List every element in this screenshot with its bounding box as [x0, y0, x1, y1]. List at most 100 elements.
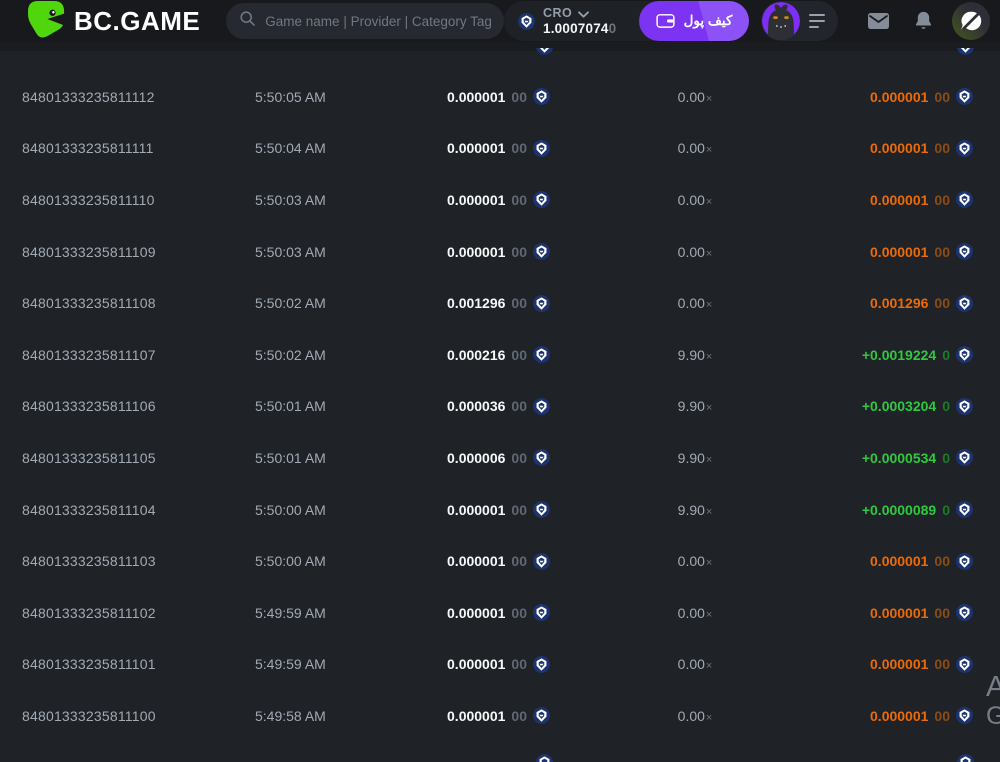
payout-trailing-zeros: 00	[934, 553, 950, 570]
table-row[interactable]: 84801333235811105 5:50:01 AM 0.000006 00 …	[0, 432, 1000, 484]
payout-trailing-zeros: 00	[934, 140, 950, 157]
bet-id: 84801333235811110	[22, 191, 155, 208]
payout-value: 0.000001	[870, 656, 929, 673]
bet-time: 5:50:00 AM	[255, 553, 326, 570]
bet-time: 5:50:05 AM	[255, 88, 326, 105]
user-avatar[interactable]	[762, 2, 800, 40]
bet-id: 84801333235811105	[22, 449, 156, 466]
messages-button[interactable]	[866, 10, 891, 32]
search-input[interactable]	[265, 13, 492, 29]
top-navbar: BC.GAME CRO	[0, 0, 1000, 42]
bet-id: 84801333235811111	[22, 140, 154, 157]
cro-coin-icon	[956, 243, 973, 261]
amount-value: 0.000006	[447, 449, 506, 466]
table-row[interactable]: 84801333235811106 5:50:01 AM 0.000036 00 …	[0, 381, 1000, 433]
bet-multiplier: 0.00×	[677, 88, 713, 105]
table-row[interactable]: 84801333235811109 5:50:03 AM 0.000001 00 …	[0, 226, 1000, 278]
table-row[interactable]: 84801333235811111 5:50:04 AM 0.000001 00 …	[0, 123, 1000, 175]
cro-coin-icon	[956, 397, 973, 415]
bet-amount: 0.001296 00	[420, 294, 570, 312]
currency-selector[interactable]: CRO 1.00070740	[543, 5, 629, 37]
bet-multiplier: 0.00×	[677, 553, 713, 570]
table-row[interactable]: 84801333235811100 5:49:58 AM 0.000001 00 …	[0, 690, 1000, 742]
watermark-letter: A	[986, 671, 1000, 703]
bet-time: 5:49:59 AM	[255, 604, 326, 621]
bet-multiplier: 0.00×	[677, 707, 713, 724]
brand-logo[interactable]: BC.GAME	[28, 0, 200, 43]
payout-trailing-zeros: 00	[934, 243, 950, 260]
multiplier-x-symbol: ×	[705, 711, 713, 724]
table-row[interactable]: 84801333235811110 5:50:03 AM 0.000001 00 …	[0, 174, 1000, 226]
bet-multiplier: 9.90×	[677, 346, 713, 363]
amount-value: 0.000001	[447, 604, 506, 621]
amount-value: 0.000001	[447, 656, 506, 673]
amount-value: 0.000001	[447, 243, 506, 260]
bcgame-logo-icon	[28, 0, 66, 43]
table-row[interactable]: 84801333235811101 5:49:59 AM 0.000001 00 …	[0, 639, 1000, 691]
table-row[interactable]: 84801333235811108 5:50:02 AM 0.001296 00 …	[0, 277, 1000, 329]
bet-multiplier: 9.90×	[677, 398, 713, 415]
cro-coin-icon	[956, 501, 973, 519]
clipped-coin-icon	[536, 48, 553, 56]
table-row[interactable]: 84801333235811104 5:50:00 AM 0.000001 00 …	[0, 484, 1000, 536]
bet-time: 5:49:58 AM	[255, 707, 326, 724]
payout-trailing-zeros: 00	[934, 656, 950, 673]
bet-multiplier: 0.00×	[677, 140, 713, 157]
hamburger-menu-icon[interactable]	[809, 13, 825, 29]
bet-payout: 0.000001 00	[820, 191, 1000, 209]
bet-amount: 0.000001 00	[420, 88, 570, 106]
bet-amount: 0.000001 00	[420, 707, 570, 725]
bet-payout: +0.0019224 0	[820, 346, 1000, 364]
table-row[interactable]: 84801333235811112 5:50:05 AM 0.000001 00 …	[0, 71, 1000, 123]
bet-amount: 0.000001 00	[420, 604, 570, 622]
navbar-right-cluster: CRO 1.00070740 کیف پول	[504, 1, 992, 41]
game-search-bar[interactable]	[226, 3, 504, 39]
cro-coin-icon	[956, 294, 973, 312]
watermark-letter: G	[986, 702, 1000, 730]
amount-value: 0.000001	[447, 140, 506, 157]
cro-coin-icon	[956, 449, 973, 467]
table-row[interactable]: 84801333235811102 5:49:59 AM 0.000001 00 …	[0, 587, 1000, 639]
cro-coin-icon	[533, 346, 550, 364]
wallet-button[interactable]: کیف پول	[639, 1, 749, 41]
bet-payout: 0.000001 00	[820, 655, 1000, 673]
table-row[interactable]: 84801333235811107 5:50:02 AM 0.000216 00 …	[0, 329, 1000, 381]
search-icon	[238, 9, 257, 33]
amount-trailing-zeros: 00	[511, 140, 527, 157]
cro-coin-icon	[533, 88, 550, 106]
cro-coin-icon	[956, 139, 973, 157]
chat-toggle-button[interactable]	[952, 2, 990, 40]
bet-time: 5:50:01 AM	[255, 398, 326, 415]
bet-amount: 0.000006 00	[420, 449, 570, 467]
bet-id: 84801333235811102	[22, 604, 156, 621]
table-row[interactable]: 84801333235811103 5:50:00 AM 0.000001 00 …	[0, 535, 1000, 587]
amount-trailing-zeros: 00	[511, 346, 527, 363]
amount-value: 0.000001	[447, 707, 506, 724]
cro-coin-icon	[956, 191, 973, 209]
bet-amount: 0.000001 00	[420, 655, 570, 673]
bet-time: 5:50:03 AM	[255, 191, 326, 208]
chat-slash-icon	[952, 2, 990, 40]
payout-trailing-zeros: 0	[942, 398, 950, 415]
bet-payout: +0.0000534 0	[820, 449, 1000, 467]
payout-trailing-zeros: 0	[942, 501, 950, 518]
bet-multiplier: 0.00×	[677, 604, 713, 621]
multiplier-x-symbol: ×	[705, 247, 713, 260]
notifications-button[interactable]	[913, 10, 934, 33]
payout-value: +0.0003204	[861, 398, 937, 415]
bet-amount: 0.000216 00	[420, 346, 570, 364]
multiplier-x-symbol: ×	[705, 350, 713, 363]
bet-id: 84801333235811107	[22, 346, 156, 363]
amount-trailing-zeros: 00	[511, 604, 527, 621]
cro-coin-icon	[956, 604, 973, 622]
multiplier-x-symbol: ×	[705, 92, 713, 105]
bet-multiplier: 0.00×	[677, 191, 713, 208]
clipped-coin-icon	[957, 48, 974, 56]
payout-value: 0.000001	[870, 707, 929, 724]
bet-time: 5:50:02 AM	[255, 295, 326, 312]
payout-value: +0.0000089	[861, 501, 937, 518]
amount-trailing-zeros: 00	[511, 295, 527, 312]
profile-menu[interactable]	[761, 1, 838, 41]
bet-payout: 0.000001 00	[820, 139, 1000, 157]
amount-value: 0.000036	[447, 398, 506, 415]
